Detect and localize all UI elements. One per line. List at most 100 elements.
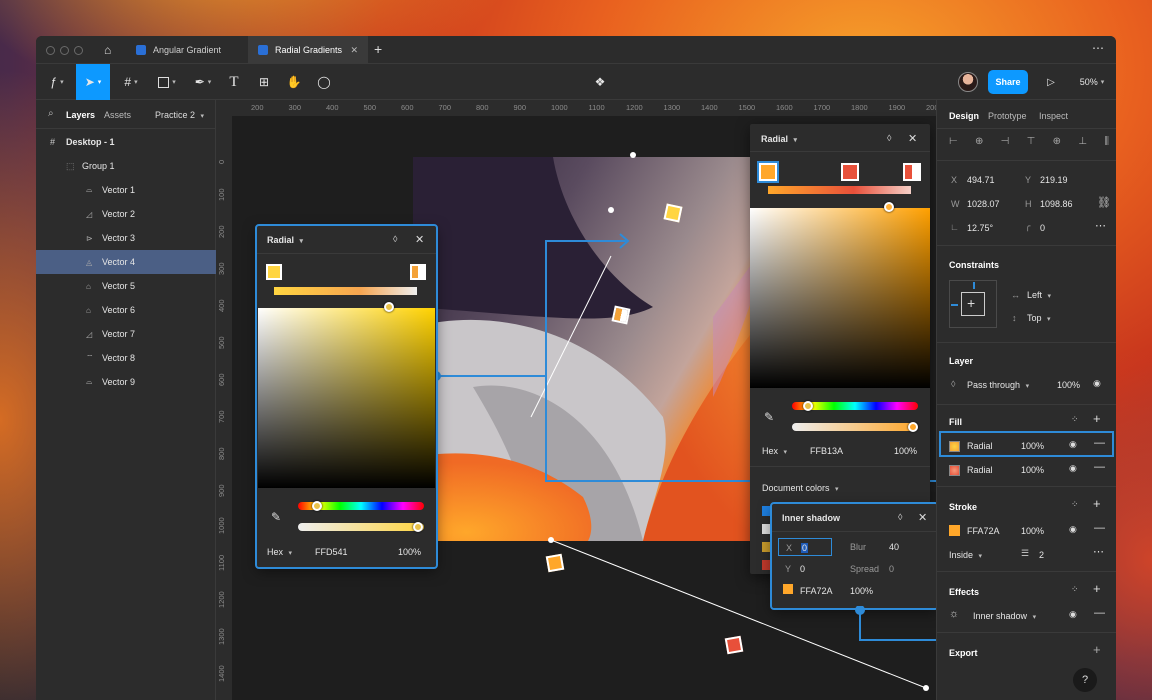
gradient-stop-handle[interactable] bbox=[724, 635, 744, 655]
search-icon[interactable]: ⌕ bbox=[48, 108, 54, 119]
add-effect-icon[interactable]: + bbox=[1093, 581, 1101, 596]
saturation-knob[interactable] bbox=[384, 302, 394, 312]
alpha-knob[interactable] bbox=[908, 422, 918, 432]
gradient-stop-handle[interactable] bbox=[545, 553, 565, 573]
styles-icon[interactable]: ⁘ bbox=[1071, 584, 1079, 595]
share-button[interactable]: Share bbox=[988, 70, 1028, 94]
eye-icon[interactable]: ◉ bbox=[1069, 463, 1077, 474]
color-format-dropdown[interactable]: Hex ▾ bbox=[267, 547, 292, 557]
align-center-icon[interactable]: ⊕ bbox=[975, 136, 983, 147]
tab-design[interactable]: Design bbox=[949, 111, 979, 121]
eyedropper-icon[interactable]: ✎ bbox=[764, 410, 774, 424]
gradient-stop-handle[interactable] bbox=[611, 305, 631, 325]
tab-angular-gradient[interactable]: Angular Gradient bbox=[126, 36, 246, 64]
fill-swatch[interactable] bbox=[949, 441, 960, 452]
tab-prototype[interactable]: Prototype bbox=[988, 111, 1027, 121]
layer-item[interactable]: ⌓ Vector 9 bbox=[36, 370, 216, 394]
color-stop-orange[interactable] bbox=[410, 264, 426, 280]
main-menu-icon[interactable]: ƒ ▾ bbox=[40, 64, 74, 100]
present-play-icon[interactable]: ▷ bbox=[1040, 64, 1062, 100]
blur-input[interactable]: 40 bbox=[889, 542, 899, 552]
tab-layers[interactable]: Layers bbox=[66, 110, 95, 120]
gradient-type-dropdown[interactable]: Radial ▾ bbox=[761, 134, 797, 144]
layer-item[interactable]: ⌓ Vector 1 bbox=[36, 178, 216, 202]
document-colors-dropdown[interactable]: Document colors ▾ bbox=[762, 483, 839, 493]
fill-swatch[interactable] bbox=[949, 465, 960, 476]
eye-icon[interactable]: ◉ bbox=[1093, 378, 1101, 389]
hex-input[interactable]: FFB13A bbox=[810, 446, 843, 456]
text-tool-icon[interactable]: T bbox=[222, 64, 246, 100]
color-stop-yellow[interactable] bbox=[266, 264, 282, 280]
effect-settings-icon[interactable]: ☼ bbox=[949, 608, 959, 620]
close-icon[interactable]: ✕ bbox=[908, 132, 917, 145]
tab-inspect[interactable]: Inspect bbox=[1039, 111, 1068, 121]
x-input[interactable]: 494.71 bbox=[967, 175, 995, 185]
add-fill-icon[interactable]: + bbox=[1093, 411, 1101, 426]
add-export-icon[interactable]: + bbox=[1093, 642, 1101, 657]
move-tool-icon[interactable]: ➤ ▾ bbox=[76, 64, 110, 100]
blend-mode-dropdown[interactable]: Pass through ▾ bbox=[967, 380, 1029, 390]
fill-type[interactable]: Radial bbox=[967, 465, 993, 475]
opacity-drop-icon[interactable]: ◊ bbox=[887, 133, 891, 143]
zoom-dropdown[interactable]: 50% ▾ bbox=[1072, 64, 1112, 100]
avatar[interactable] bbox=[958, 72, 978, 92]
tab-radial-gradients[interactable]: Radial Gradients ✕ bbox=[248, 36, 368, 64]
alpha-slider[interactable] bbox=[298, 523, 424, 531]
rotation-input[interactable]: 12.75° bbox=[967, 223, 993, 233]
remove-fill-icon[interactable]: — bbox=[1094, 437, 1105, 449]
tab-assets[interactable]: Assets bbox=[104, 110, 131, 120]
hand-tool-icon[interactable]: ✋ bbox=[282, 64, 306, 100]
align-bottom-icon[interactable]: ⊥ bbox=[1078, 136, 1087, 147]
spread-input[interactable]: 0 bbox=[889, 564, 894, 574]
styles-icon[interactable]: ⁘ bbox=[1071, 499, 1079, 510]
fill-type[interactable]: Radial bbox=[967, 441, 993, 451]
layer-item[interactable]: ◬ Vector 4 bbox=[36, 250, 216, 274]
h-input[interactable]: 1098.86 bbox=[1040, 199, 1073, 209]
eyedropper-icon[interactable]: ✎ bbox=[271, 510, 281, 524]
opacity-drop-icon[interactable]: ◊ bbox=[393, 234, 397, 244]
y-input[interactable]: 0 bbox=[800, 564, 805, 574]
page-selector[interactable]: Practice 2 ▾ bbox=[155, 110, 204, 120]
stroke-align-dropdown[interactable]: Inside ▾ bbox=[949, 550, 982, 560]
layer-item[interactable]: ⌔ Vector 8 bbox=[36, 346, 216, 370]
color-format-dropdown[interactable]: Hex ▾ bbox=[762, 446, 787, 456]
component-icon[interactable]: ❖ bbox=[588, 64, 612, 100]
align-right-icon[interactable]: ⊣ bbox=[1001, 136, 1010, 147]
styles-icon[interactable]: ⁘ bbox=[1071, 414, 1079, 425]
stroke-weight-input[interactable]: 2 bbox=[1039, 550, 1044, 560]
alpha-slider[interactable] bbox=[792, 423, 918, 431]
color-stop-red[interactable] bbox=[841, 163, 859, 181]
comment-tool-icon[interactable]: ◯ bbox=[312, 64, 336, 100]
opacity-input[interactable]: 100% bbox=[894, 446, 917, 456]
window-close-dot[interactable] bbox=[46, 46, 55, 55]
gradient-stop-handle[interactable] bbox=[663, 203, 683, 223]
new-tab-icon[interactable]: + bbox=[374, 41, 382, 57]
opacity-input[interactable]: 100% bbox=[398, 547, 421, 557]
horizontal-constraint-dropdown[interactable]: Left ▾ bbox=[1027, 290, 1051, 300]
color-stop-light[interactable] bbox=[903, 163, 921, 181]
fill-opacity[interactable]: 100% bbox=[1021, 441, 1044, 451]
shadow-opacity[interactable]: 100% bbox=[850, 586, 873, 596]
close-icon[interactable]: ✕ bbox=[415, 233, 424, 246]
vertical-constraint-dropdown[interactable]: Top ▾ bbox=[1027, 313, 1051, 323]
document-color-swatch[interactable] bbox=[762, 542, 772, 552]
layer-opacity-input[interactable]: 100% bbox=[1057, 380, 1080, 390]
align-left-icon[interactable]: ⊢ bbox=[949, 136, 958, 147]
add-stroke-icon[interactable]: + bbox=[1093, 496, 1101, 511]
layer-item[interactable]: ⌂ Vector 5 bbox=[36, 274, 216, 298]
alpha-knob[interactable] bbox=[413, 522, 423, 532]
gradient-type-dropdown[interactable]: Radial ▾ bbox=[267, 235, 303, 245]
gradient-bar[interactable] bbox=[274, 287, 417, 295]
shadow-color-hex[interactable]: FFA72A bbox=[800, 586, 833, 596]
fill-opacity[interactable]: 100% bbox=[1021, 465, 1044, 475]
opacity-drop-icon[interactable]: ◊ bbox=[898, 512, 902, 522]
align-middle-icon[interactable]: ⊕ bbox=[1053, 136, 1061, 147]
close-icon[interactable]: ✕ bbox=[918, 511, 927, 524]
stroke-swatch[interactable] bbox=[949, 525, 960, 536]
saturation-knob[interactable] bbox=[884, 202, 894, 212]
layer-group[interactable]: ⬚ Group 1 bbox=[36, 154, 216, 178]
stroke-color[interactable]: FFA72A bbox=[967, 526, 1000, 536]
eye-icon[interactable]: ◉ bbox=[1069, 524, 1077, 535]
remove-fill-icon[interactable]: — bbox=[1094, 461, 1105, 473]
gradient-bar[interactable] bbox=[768, 186, 911, 194]
